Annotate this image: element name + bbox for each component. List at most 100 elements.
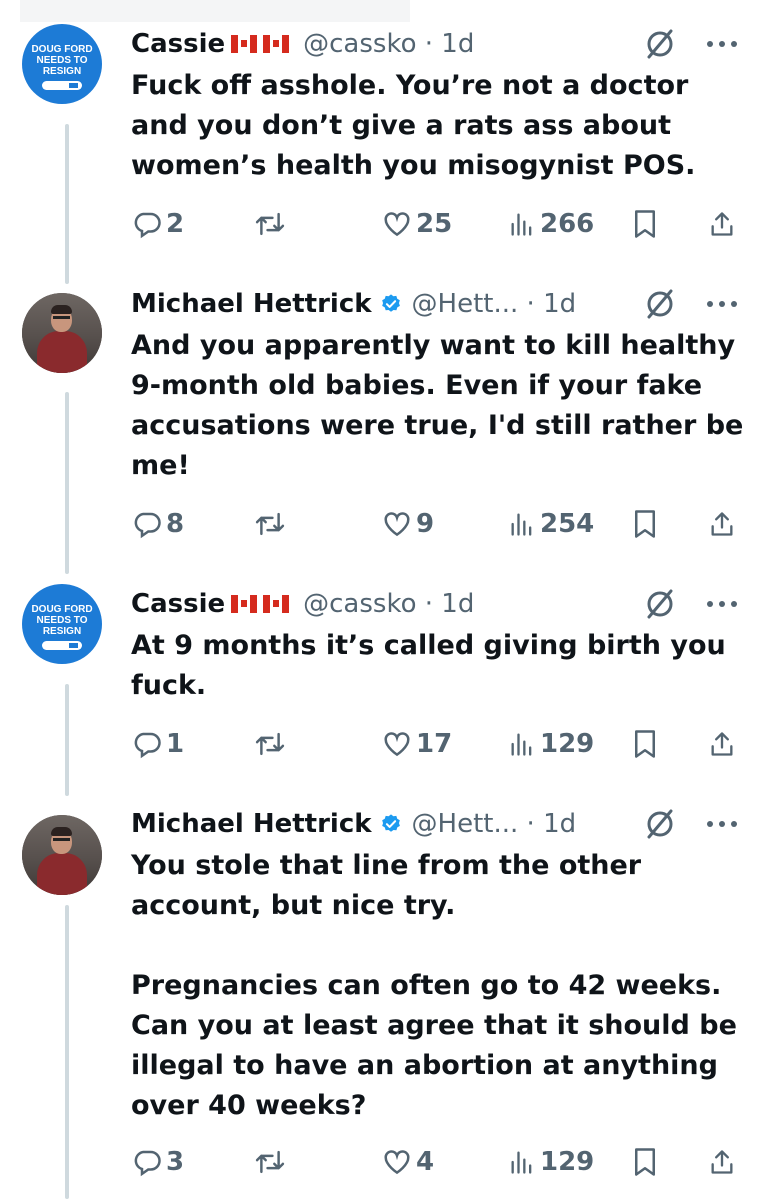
avatar[interactable]: DOUG FORD NEEDS TO RESIGN <box>22 24 102 104</box>
display-name[interactable]: Cassie <box>131 29 225 59</box>
tweet-header: Cassie @cassko · 1d <box>131 27 474 61</box>
tweet-header: Cassie @cassko · 1d <box>131 587 474 621</box>
avatar-text: NEEDS TO <box>36 55 88 66</box>
tweet-actions: 1 17 129 <box>0 724 763 764</box>
display-name[interactable]: Michael Hettrick <box>131 809 372 839</box>
avatar[interactable]: DOUG FORD NEEDS TO RESIGN <box>22 584 102 664</box>
like-button[interactable]: 17 <box>382 724 452 764</box>
reply-icon <box>132 729 162 759</box>
avatar[interactable] <box>22 293 102 373</box>
display-name[interactable]: Michael Hettrick <box>131 289 372 319</box>
views-button[interactable]: 254 <box>508 504 594 544</box>
bookmark-button[interactable] <box>632 204 658 244</box>
views-icon <box>508 509 536 539</box>
reply-button[interactable]: 3 <box>132 1142 184 1182</box>
bookmark-icon <box>632 729 658 759</box>
reply-count: 8 <box>166 509 185 539</box>
timestamp[interactable]: 1d <box>543 289 576 319</box>
tweet-actions: 8 9 254 <box>0 504 763 544</box>
views-button[interactable]: 266 <box>508 204 594 244</box>
reply-count: 3 <box>166 1147 185 1177</box>
retweet-button[interactable] <box>254 204 286 244</box>
bookmark-icon <box>632 1147 658 1177</box>
bookmark-icon <box>632 209 658 239</box>
bookmark-button[interactable] <box>632 1142 658 1182</box>
like-button[interactable]: 9 <box>382 504 434 544</box>
avatar-text: DOUG FORD <box>31 604 93 615</box>
avatar-badge <box>42 81 82 90</box>
share-button[interactable] <box>708 1142 736 1182</box>
reply-icon <box>132 509 162 539</box>
reply-count: 1 <box>166 729 185 759</box>
heart-icon <box>382 729 412 759</box>
retweet-icon <box>254 729 286 759</box>
more-icon[interactable] <box>705 298 739 310</box>
heart-icon <box>382 509 412 539</box>
views-icon <box>508 209 536 239</box>
like-count: 4 <box>416 1147 435 1177</box>
view-count: 129 <box>540 729 595 759</box>
slash-circle-icon[interactable] <box>641 585 679 623</box>
timestamp[interactable]: 1d <box>543 809 576 839</box>
like-button[interactable]: 25 <box>382 204 452 244</box>
like-count: 25 <box>416 209 453 239</box>
user-handle[interactable]: @Hett... <box>412 289 519 319</box>
previous-tweet-fade <box>20 0 410 22</box>
more-icon[interactable] <box>705 818 739 830</box>
bookmark-button[interactable] <box>632 724 658 764</box>
timestamp[interactable]: 1d <box>441 589 474 619</box>
user-handle[interactable]: @Hett... <box>412 809 519 839</box>
separator-dot: · <box>518 809 544 839</box>
separator-dot: · <box>416 589 442 619</box>
avatar-badge <box>42 641 82 650</box>
separator-dot: · <box>416 29 442 59</box>
retweet-icon <box>254 1147 286 1177</box>
more-icon[interactable] <box>705 38 739 50</box>
reply-button[interactable]: 2 <box>132 204 184 244</box>
like-button[interactable]: 4 <box>382 1142 434 1182</box>
views-button[interactable]: 129 <box>508 724 594 764</box>
avatar[interactable] <box>22 815 102 895</box>
view-count: 266 <box>540 209 595 239</box>
reply-count: 2 <box>166 209 185 239</box>
share-icon <box>708 729 736 759</box>
reply-button[interactable]: 1 <box>132 724 184 764</box>
slash-circle-icon[interactable] <box>641 285 679 323</box>
user-handle[interactable]: @cassko <box>303 589 416 619</box>
tweet-text: At 9 months it’s called giving birth you… <box>131 630 736 701</box>
separator-dot: · <box>518 289 544 319</box>
share-button[interactable] <box>708 204 736 244</box>
more-icon[interactable] <box>705 598 739 610</box>
retweet-icon <box>254 209 286 239</box>
canada-flag-icon <box>231 35 258 53</box>
share-icon <box>708 1147 736 1177</box>
reply-button[interactable]: 8 <box>132 504 184 544</box>
tweet-actions: 3 4 129 <box>0 1142 763 1182</box>
share-button[interactable] <box>708 724 736 764</box>
user-handle[interactable]: @cassko <box>303 29 416 59</box>
slash-circle-icon[interactable] <box>641 805 679 843</box>
tweet-text: You stole that line from the other accou… <box>131 850 737 1121</box>
heart-icon <box>382 1147 412 1177</box>
retweet-icon <box>254 509 286 539</box>
canada-flag-icon <box>263 35 290 53</box>
verified-badge-icon <box>381 814 400 832</box>
tweet-actions: 2 25 266 <box>0 204 763 244</box>
share-button[interactable] <box>708 504 736 544</box>
retweet-button[interactable] <box>254 724 286 764</box>
views-icon <box>508 729 536 759</box>
retweet-button[interactable] <box>254 504 286 544</box>
views-button[interactable]: 129 <box>508 1142 594 1182</box>
avatar-text: RESIGN <box>42 66 82 77</box>
share-icon <box>708 509 736 539</box>
canada-flag-icon <box>231 595 258 613</box>
tweet-text: And you apparently want to kill healthy … <box>131 330 753 481</box>
timestamp[interactable]: 1d <box>441 29 474 59</box>
display-name[interactable]: Cassie <box>131 589 225 619</box>
views-icon <box>508 1147 536 1177</box>
bookmark-button[interactable] <box>632 504 658 544</box>
verified-badge-icon <box>381 294 400 312</box>
slash-circle-icon[interactable] <box>641 25 679 63</box>
tweet-header: Michael Hettrick @Hett... · 1d <box>131 287 576 321</box>
retweet-button[interactable] <box>254 1142 286 1182</box>
